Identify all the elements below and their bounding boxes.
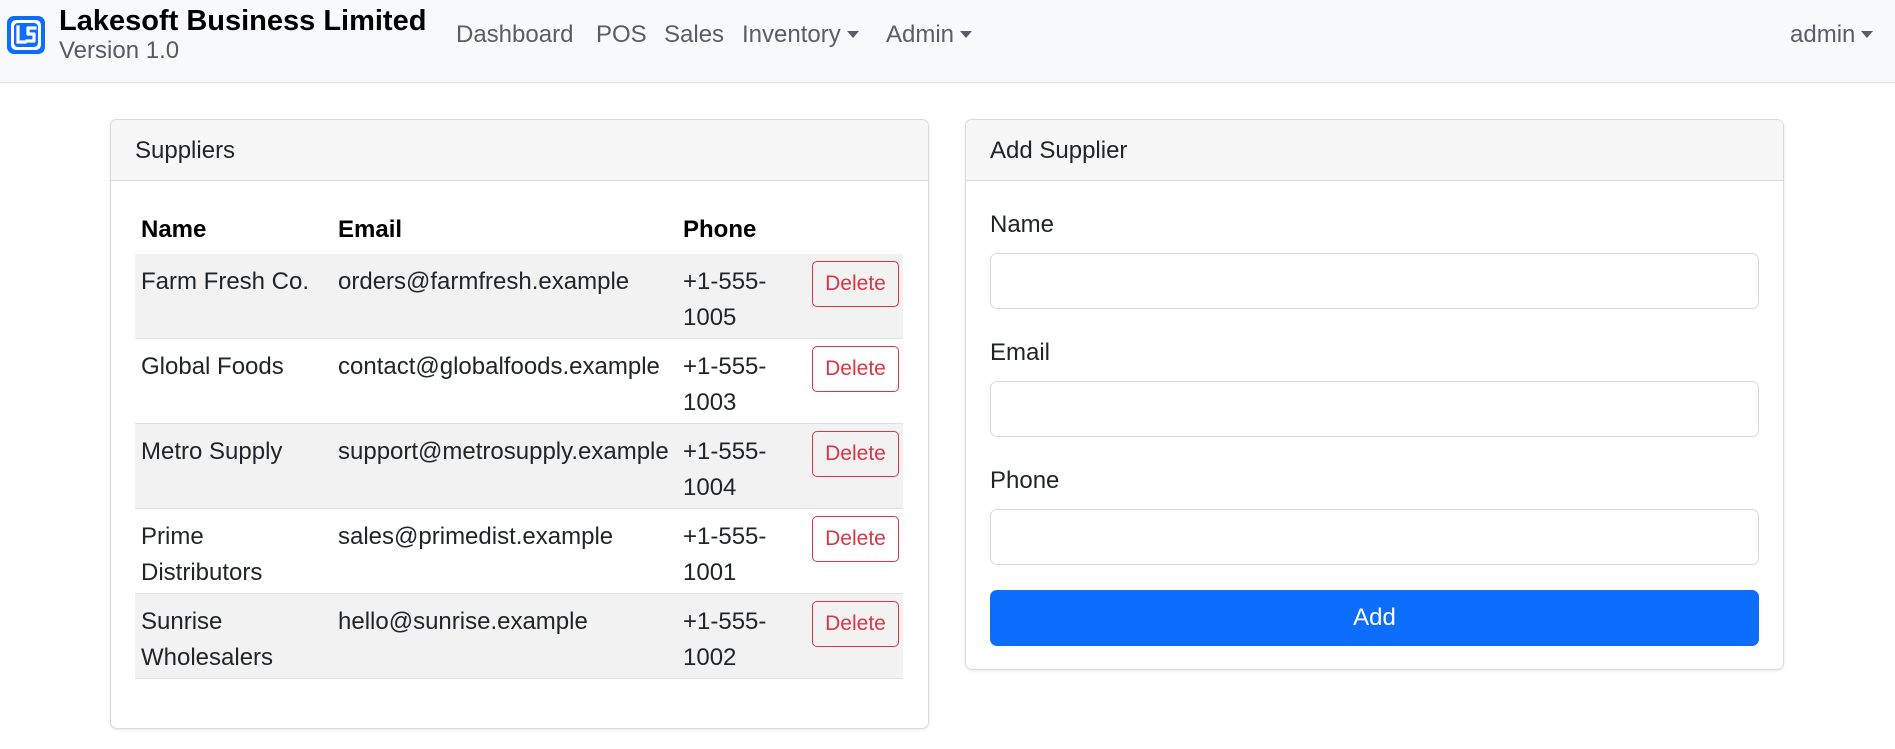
suppliers-card-header: Suppliers	[111, 120, 928, 181]
top-navbar: Lakesoft Business Limited Version 1.0 Da…	[0, 0, 1895, 83]
name-field-label: Name	[990, 211, 1055, 238]
user-menu-dropdown[interactable]: admin	[1790, 21, 1874, 49]
delete-supplier-button[interactable]: Delete	[812, 261, 899, 307]
column-header-email: Email	[338, 216, 403, 243]
nav-dashboard-label: Dashboard	[456, 21, 574, 48]
nav-inventory-label: Inventory	[742, 21, 841, 48]
supplier-phone-cell: +1-555-1004	[683, 438, 767, 501]
nav-pos[interactable]: POS	[596, 21, 647, 49]
add-supplier-card-header: Add Supplier	[966, 120, 1783, 181]
phone-field[interactable]	[990, 509, 1759, 565]
nav-admin-label: Admin	[886, 21, 955, 48]
email-field[interactable]	[990, 381, 1759, 437]
supplier-phone-cell: +1-555-1001	[683, 523, 767, 586]
add-supplier-card-title: Add Supplier	[990, 137, 1128, 164]
supplier-email-cell: sales@primedist.example	[338, 523, 614, 550]
table-row: Metro Supply support@metrosupply.example…	[135, 424, 903, 509]
caret-down-icon	[960, 31, 973, 38]
brand-version: Version 1.0	[59, 37, 180, 64]
supplier-name-cell: Global Foods	[141, 353, 284, 380]
add-supplier-button[interactable]: Add	[990, 590, 1759, 646]
table-row: Sunrise Wholesalers hello@sunrise.exampl…	[135, 594, 903, 679]
user-menu-label: admin	[1790, 21, 1856, 48]
supplier-email-cell: support@metrosupply.example	[338, 438, 669, 465]
column-header-phone: Phone	[683, 216, 757, 243]
ls-logo-icon[interactable]	[7, 16, 45, 54]
supplier-name-cell: Metro Supply	[141, 438, 283, 465]
supplier-email-cell: orders@farmfresh.example	[338, 268, 630, 295]
nav-inventory-dropdown[interactable]: Inventory	[742, 21, 859, 49]
suppliers-card-title: Suppliers	[135, 137, 236, 164]
supplier-phone-cell: +1-555-1002	[683, 608, 767, 671]
table-row: Global Foods contact@globalfoods.example…	[135, 339, 903, 424]
caret-down-icon	[1861, 31, 1874, 38]
supplier-email-cell: hello@sunrise.example	[338, 608, 588, 635]
brand-title[interactable]: Lakesoft Business Limited	[59, 5, 426, 38]
nav-pos-label: POS	[596, 21, 647, 48]
table-row: Prime Distributors sales@primedist.examp…	[135, 509, 903, 594]
phone-field-label: Phone	[990, 467, 1060, 494]
delete-supplier-button[interactable]: Delete	[812, 516, 899, 562]
nav-admin-dropdown[interactable]: Admin	[886, 21, 973, 49]
delete-supplier-button[interactable]: Delete	[812, 601, 899, 647]
table-row: Farm Fresh Co. orders@farmfresh.example …	[135, 254, 903, 339]
delete-supplier-button[interactable]: Delete	[812, 346, 899, 392]
supplier-phone-cell: +1-555-1003	[683, 353, 767, 416]
supplier-email-cell: contact@globalfoods.example	[338, 353, 660, 380]
supplier-name-cell: Farm Fresh Co.	[141, 268, 310, 295]
email-field-label: Email	[990, 339, 1051, 366]
caret-down-icon	[846, 31, 859, 38]
nav-dashboard[interactable]: Dashboard	[456, 21, 573, 49]
nav-sales[interactable]: Sales	[664, 21, 724, 49]
supplier-name-cell: Sunrise Wholesalers	[141, 608, 274, 671]
supplier-name-cell: Prime Distributors	[141, 523, 263, 586]
column-header-name: Name	[141, 216, 207, 243]
delete-supplier-button[interactable]: Delete	[812, 431, 899, 477]
name-field[interactable]	[990, 253, 1759, 309]
supplier-phone-cell: +1-555-1005	[683, 268, 767, 331]
nav-sales-label: Sales	[664, 21, 725, 48]
